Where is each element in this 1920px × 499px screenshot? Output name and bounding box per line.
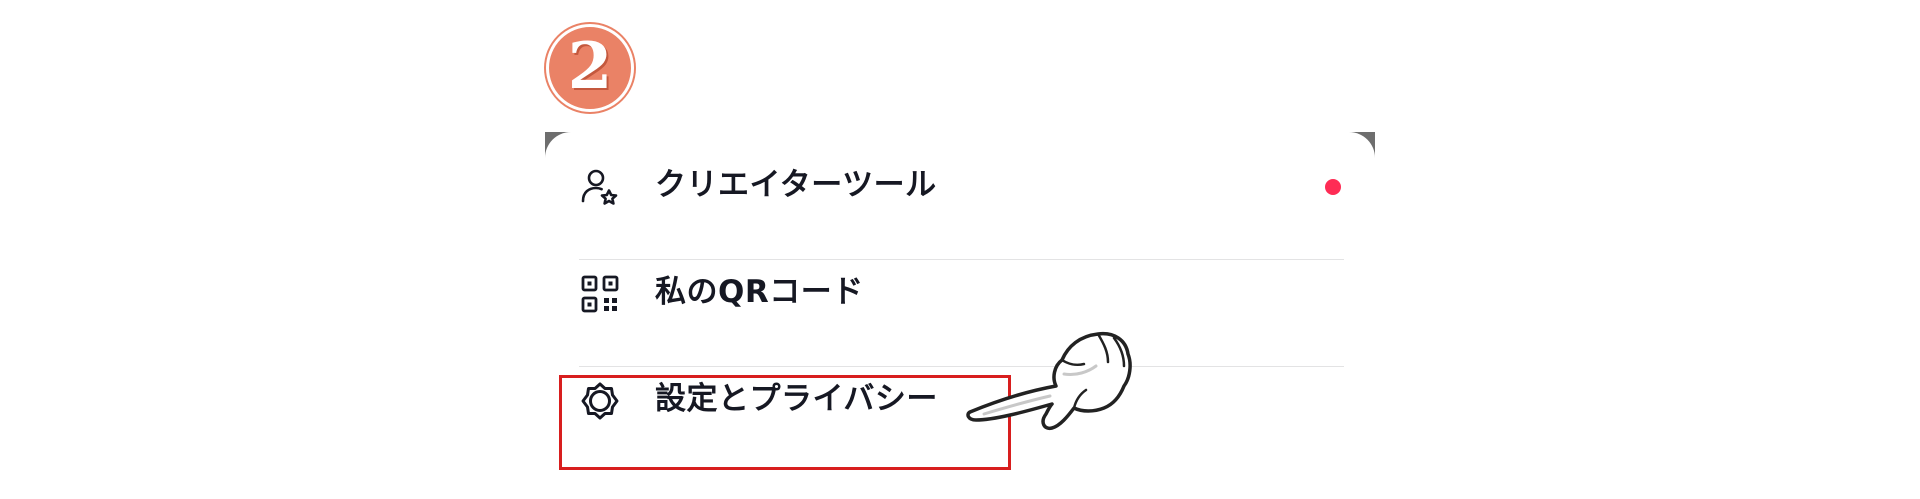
menu-item-creator-tools[interactable]: クリエイターツール [545, 132, 1375, 238]
menu-item-label: クリエイターツール [655, 167, 937, 203]
menu-item-my-qr-code[interactable]: 私のQRコード [545, 239, 1375, 345]
step-number: 2 [567, 29, 613, 104]
notification-dot [1325, 179, 1341, 195]
pointing-hand-icon [964, 316, 1134, 436]
highlight-frame [559, 375, 1011, 470]
creator-tools-icon [579, 166, 621, 208]
step-number-badge: 2 [546, 24, 634, 112]
menu-item-label: 私のQRコード [655, 274, 864, 310]
qr-code-icon [579, 273, 621, 315]
